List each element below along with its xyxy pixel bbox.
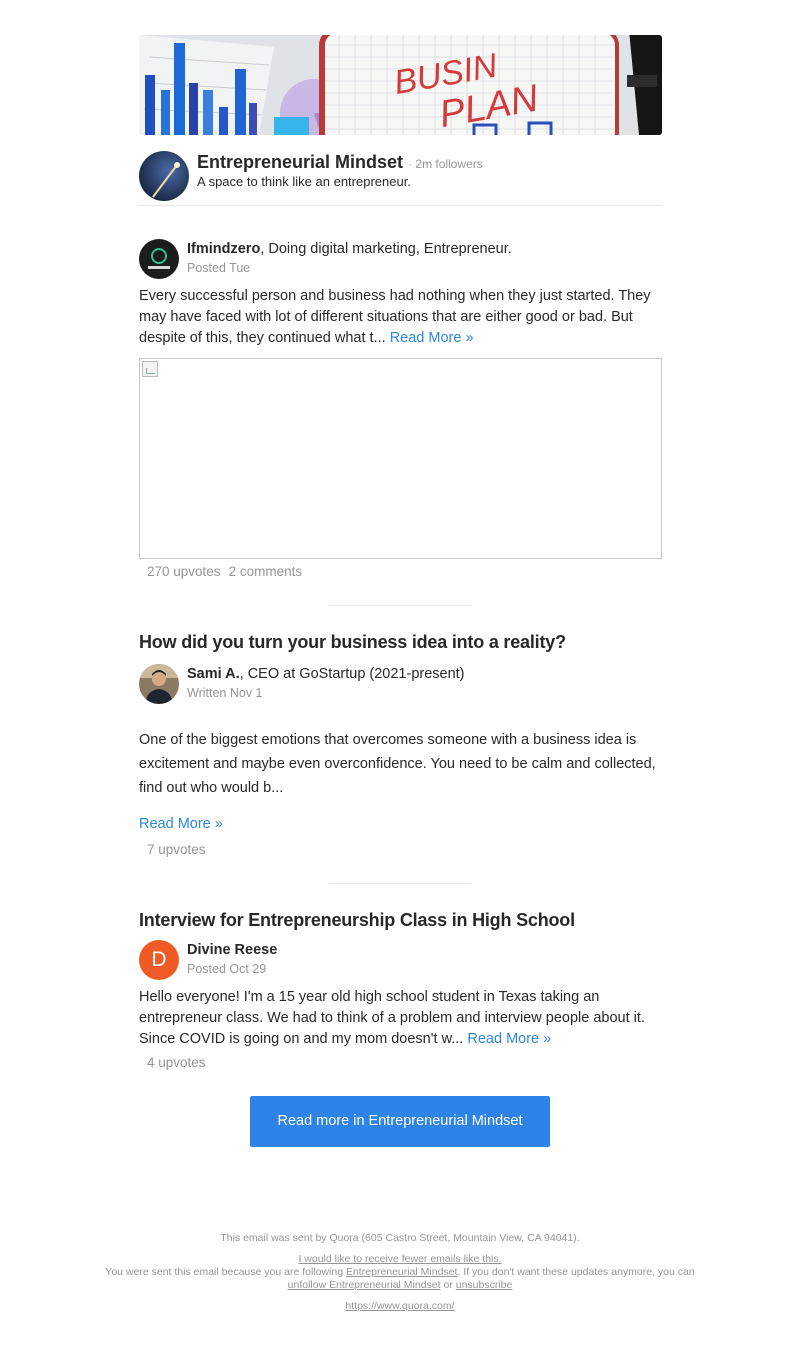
read-more-link[interactable]: Read More » (390, 330, 474, 346)
upvotes-count[interactable]: 4 upvotes (147, 1055, 206, 1070)
question-title[interactable]: How did you turn your business idea into… (139, 632, 566, 653)
upvotes-count[interactable]: 270 upvotes (147, 564, 221, 579)
author-name[interactable]: Ifmindzero (187, 241, 260, 257)
read-more-link[interactable]: Read More » (139, 816, 223, 832)
space-description: A space to think like an entrepreneur. (197, 174, 411, 189)
space-banner-image[interactable]: BUSIN PLAN (139, 35, 662, 135)
post-author-block: D Divine Reese Posted Oct 29 (139, 940, 662, 980)
author-avatar[interactable]: D (139, 940, 179, 980)
post-image[interactable] (139, 358, 662, 559)
footer-sent-by: This email was sent by Quora (605 Castro… (220, 1232, 580, 1244)
fewer-emails-link[interactable]: I would like to receive fewer emails lik… (298, 1253, 501, 1265)
post-date: Posted Oct 29 (187, 962, 267, 976)
author-line: Sami A., CEO at GoStartup (2021-present) (187, 666, 465, 682)
footer-reason-suffix: . If you don't want these updates anymor… (457, 1266, 695, 1278)
space-name[interactable]: Entrepreneurial Mindset (197, 152, 403, 172)
post-excerpt: Hello everyone! I'm a 15 year old high s… (139, 987, 669, 1050)
post-author-block: Sami A., CEO at GoStartup (2021-present)… (139, 664, 662, 704)
post-excerpt-text: Hello everyone! I'm a 15 year old high s… (139, 989, 645, 1047)
post-stats: 4 upvotes (147, 1055, 206, 1070)
divider (329, 883, 471, 884)
author-avatar[interactable] (139, 239, 179, 279)
author-credential: , Doing digital marketing, Entrepreneur. (260, 241, 512, 257)
author-name[interactable]: Divine Reese (187, 942, 277, 958)
space-name-line: Entrepreneurial Mindset · 2m followers (197, 152, 483, 173)
space-link[interactable]: Entrepreneurial Mindset (346, 1266, 457, 1278)
author-name[interactable]: Sami A. (187, 666, 240, 682)
read-more-space-button[interactable]: Read more in Entrepreneurial Mindset (250, 1096, 550, 1147)
post-date: Posted Tue (187, 261, 251, 275)
author-credential: , CEO at GoStartup (2021-present) (239, 666, 465, 682)
post-stats: 270 upvotes 2 comments (147, 564, 302, 579)
footer-reason: You were sent this email because you are… (100, 1266, 700, 1292)
author-line: Ifmindzero, Doing digital marketing, Ent… (187, 241, 512, 257)
unfollow-link[interactable]: unfollow Entrepreneurial Mindset (288, 1279, 441, 1291)
post-stats: 7 upvotes (147, 842, 206, 857)
broken-image-icon (142, 361, 158, 377)
author-avatar[interactable] (139, 664, 179, 704)
footer-fewer-emails: I would like to receive fewer emails lik… (100, 1253, 700, 1266)
space-avatar[interactable] (139, 151, 189, 201)
quora-site-link[interactable]: https://www.quora.com/ (345, 1300, 454, 1312)
post-excerpt: One of the biggest emotions that overcom… (139, 732, 656, 796)
comments-count[interactable]: 2 comments (229, 564, 303, 579)
author-line: Divine Reese (187, 942, 277, 958)
unsubscribe-link[interactable]: unsubscribe (456, 1279, 513, 1291)
post-excerpt: Every successful person and business had… (139, 286, 669, 349)
space-followers: · 2m followers (408, 157, 483, 171)
footer-reason-prefix: You were sent this email because you are… (105, 1266, 346, 1278)
post-author-block: Ifmindzero, Doing digital marketing, Ent… (139, 239, 662, 279)
question-title[interactable]: Interview for Entrepreneurship Class in … (139, 910, 575, 931)
footer-site: https://www.quora.com/ (100, 1300, 700, 1313)
upvotes-count[interactable]: 7 upvotes (147, 842, 206, 857)
divider (329, 605, 471, 606)
footer-or: or (440, 1279, 456, 1291)
post-date: Written Nov 1 (187, 686, 263, 700)
space-header: Entrepreneurial Mindset · 2m followers A… (139, 151, 662, 206)
read-more-link[interactable]: Read More » (467, 1031, 551, 1047)
